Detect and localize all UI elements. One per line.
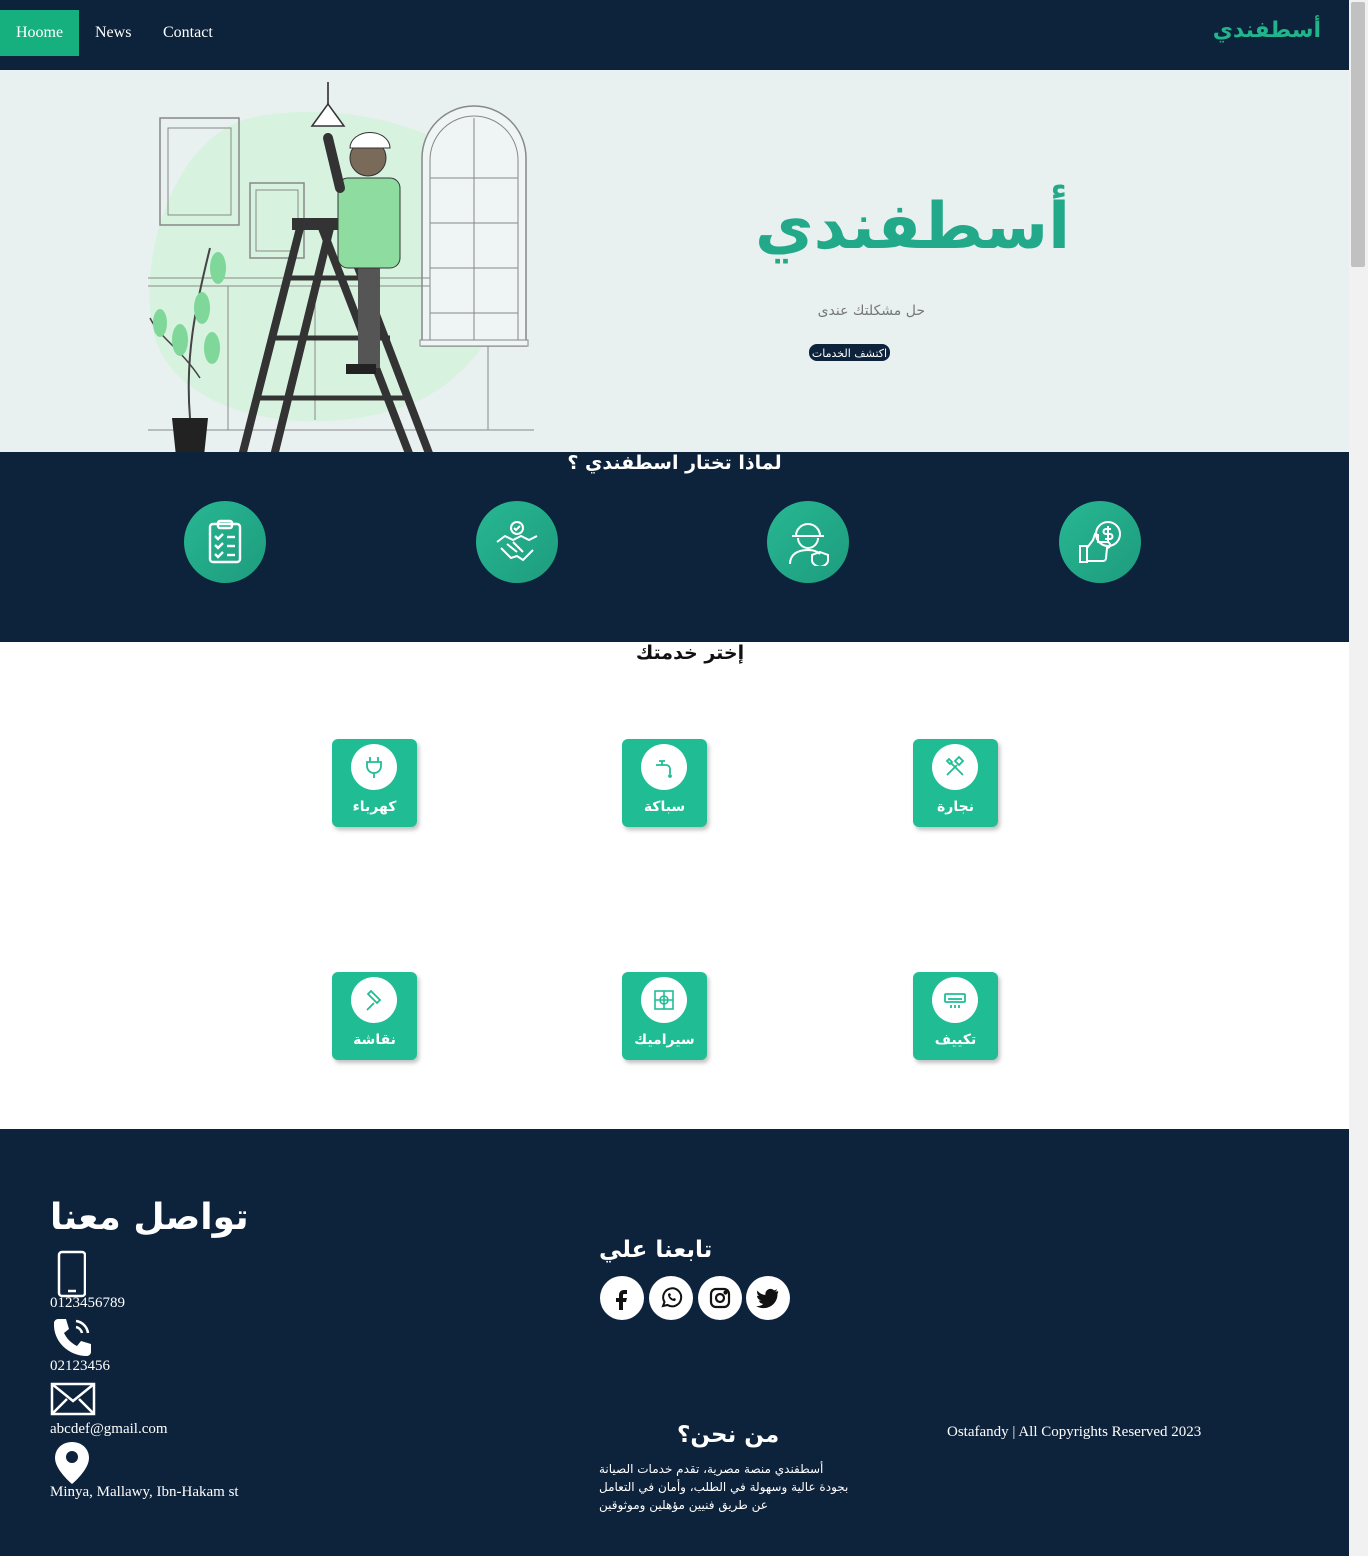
- feature-worker: [767, 501, 849, 583]
- nav-logo[interactable]: أسطفندي: [1213, 18, 1322, 43]
- air-conditioner-icon: [944, 993, 966, 1008]
- thumbs-up-dollar-icon: [1079, 521, 1121, 563]
- telephone-icon: [53, 1319, 91, 1356]
- service-card-painting[interactable]: نقاشة: [332, 972, 417, 1060]
- service-label: نقاشة: [353, 1032, 396, 1048]
- service-card-ceramic[interactable]: سيراميك: [622, 972, 707, 1060]
- handshake-icon: [496, 521, 538, 562]
- page: Hoome News Contact أسطفندي أسطفندي حل مش…: [0, 0, 1349, 1556]
- social-instagram[interactable]: [698, 1276, 742, 1320]
- service-icon-circle: [351, 744, 397, 790]
- top-navbar: Hoome News Contact أسطفندي: [0, 0, 1349, 70]
- worker-shield-icon: [789, 523, 829, 566]
- service-card-plumbing[interactable]: سباكة: [622, 739, 707, 827]
- nav-news[interactable]: News: [95, 10, 131, 56]
- nav-contact[interactable]: Contact: [163, 10, 213, 56]
- contact-phone[interactable]: 0123456789: [50, 1295, 125, 1312]
- service-label: كهرباء: [352, 799, 397, 815]
- paint-roller-icon: [366, 989, 382, 1011]
- nav-home[interactable]: Hoome: [0, 10, 79, 56]
- about-text: أسطفندي منصة مصرية، تقدم خدمات الصيانة ب…: [599, 1462, 849, 1512]
- contact-email[interactable]: abcdef@gmail.com: [50, 1421, 168, 1438]
- copyright-text: Ostafandy | All Copyrights Reserved 2023: [947, 1424, 1202, 1440]
- services-title: إختر خدمتك: [635, 642, 745, 664]
- whatsapp-icon: [661, 1287, 683, 1308]
- service-icon-circle: [932, 977, 978, 1023]
- instagram-icon: [709, 1287, 731, 1309]
- why-choose-section: لماذا تختار اسطفندي ؟: [0, 452, 1349, 642]
- feature-handshake: [476, 501, 558, 583]
- social-whatsapp[interactable]: [649, 1276, 693, 1320]
- plug-icon: [366, 757, 382, 778]
- service-label: تكييف: [934, 1032, 977, 1048]
- hero-section: أسطفندي حل مشكلتك عندى اكتشف الخدمات: [0, 70, 1349, 452]
- about-title: من نحن؟: [677, 1422, 780, 1448]
- service-card-carpentry[interactable]: نجارة: [913, 739, 998, 827]
- social-twitter[interactable]: [746, 1276, 790, 1320]
- contact-title: تواصل معنا: [50, 1197, 249, 1238]
- social-facebook[interactable]: [600, 1276, 644, 1320]
- footer: تواصل معنا 0123456789 02123456 abcdef@gm…: [0, 1129, 1349, 1556]
- service-label: سباكة: [643, 799, 686, 815]
- discover-services-button[interactable]: اكتشف الخدمات: [809, 344, 890, 361]
- feature-value: [1059, 501, 1141, 583]
- tile-icon: [654, 990, 674, 1010]
- service-card-ac[interactable]: تكييف: [913, 972, 998, 1060]
- follow-title: تابعنا علي: [599, 1237, 713, 1263]
- electrician-illustration: [148, 82, 534, 452]
- hero-tagline: حل مشكلتك عندى: [817, 303, 925, 319]
- hero-logo: أسطفندي: [754, 190, 1072, 264]
- service-icon-circle: [351, 977, 397, 1023]
- service-icon-circle: [641, 744, 687, 790]
- service-label: نجارة: [937, 799, 974, 815]
- location-pin-icon: [55, 1442, 89, 1484]
- mail-icon: [50, 1382, 96, 1416]
- why-title: لماذا تختار اسطفندي ؟: [567, 452, 782, 474]
- contact-address: Minya, Mallawy, Ibn-Hakam st: [50, 1484, 239, 1500]
- mobile-phone-icon: [57, 1250, 86, 1298]
- faucet-icon: [656, 760, 672, 778]
- twitter-icon: [756, 1288, 779, 1309]
- service-icon-circle: [641, 977, 687, 1023]
- checklist-icon: [208, 519, 242, 564]
- service-icon-circle: [932, 744, 978, 790]
- contact-landline[interactable]: 02123456: [50, 1358, 110, 1375]
- service-label: سيراميك: [634, 1032, 695, 1048]
- feature-checklist: [184, 501, 266, 583]
- scrollbar-thumb[interactable]: [1351, 2, 1365, 267]
- facebook-icon: [616, 1290, 627, 1310]
- service-card-electricity[interactable]: كهرباء: [332, 739, 417, 827]
- tools-icon: [945, 755, 965, 776]
